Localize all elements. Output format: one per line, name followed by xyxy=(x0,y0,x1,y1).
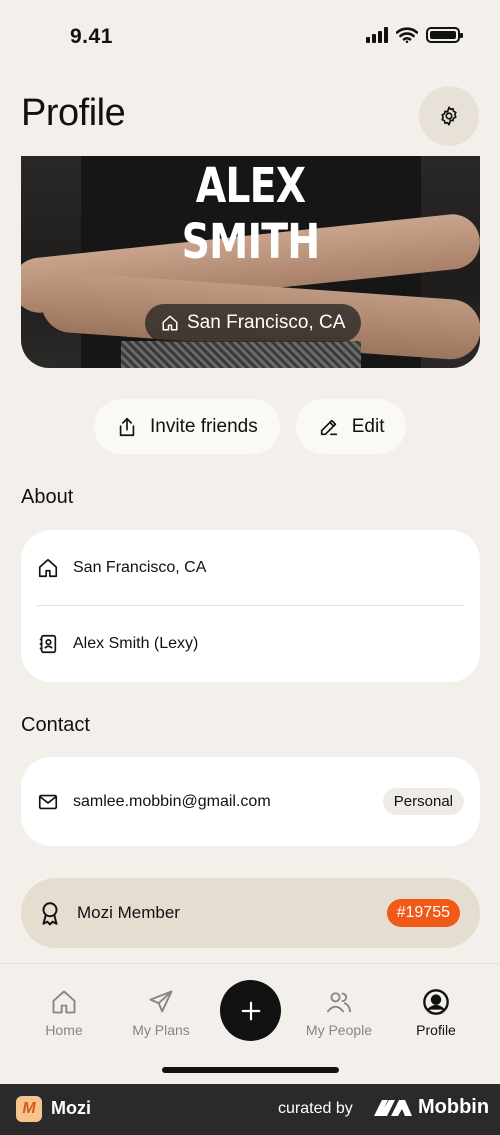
edit-label: Edit xyxy=(351,415,385,437)
cellular-signal-icon xyxy=(366,27,388,43)
about-location-text: San Francisco, CA xyxy=(73,558,207,576)
mail-icon xyxy=(38,794,58,809)
membership-card[interactable]: Mozi Member #19755 xyxy=(21,878,480,948)
about-name-text: Alex Smith (Lexy) xyxy=(73,634,199,652)
home-icon xyxy=(38,558,58,577)
profile-icon xyxy=(423,989,449,1015)
battery-icon xyxy=(426,27,463,43)
contact-card: samlee.mobbin@gmail.com Personal xyxy=(21,757,480,846)
mozi-logo-icon: M xyxy=(16,1096,42,1122)
edit-button[interactable]: Edit xyxy=(295,399,407,454)
membership-label: Mozi Member xyxy=(77,903,180,922)
tab-my-people[interactable]: My People xyxy=(294,986,384,1038)
tab-my-plans[interactable]: My Plans xyxy=(116,986,206,1038)
share-icon xyxy=(119,417,135,436)
invite-friends-label: Invite friends xyxy=(150,415,258,437)
mobbin-logo-icon xyxy=(374,1099,412,1116)
gear-icon xyxy=(441,106,457,126)
award-ribbon-icon xyxy=(42,902,58,926)
contact-section-title: Contact xyxy=(21,714,90,736)
mobbin-brand: Mobbin xyxy=(374,1096,489,1119)
status-bar: 9.41 xyxy=(0,0,500,72)
profile-name: ALEX SMITH xyxy=(62,158,438,270)
plane-icon xyxy=(149,990,173,1013)
attribution-bar: M Mozi curated by Mobbin xyxy=(0,1084,500,1135)
home-indicator xyxy=(162,1067,339,1073)
profile-last-name: SMITH xyxy=(181,214,321,270)
location-badge: San Francisco, CA xyxy=(145,304,362,342)
status-time: 9.41 xyxy=(70,25,113,48)
about-section-title: About xyxy=(21,486,74,508)
email-type-badge: Personal xyxy=(382,788,464,815)
tab-home-label: Home xyxy=(45,1022,83,1038)
tab-home[interactable]: Home xyxy=(19,986,109,1038)
tab-profile[interactable]: Profile xyxy=(391,986,481,1038)
member-number-badge: #19755 xyxy=(386,899,460,927)
profile-actions: Invite friends Edit xyxy=(94,399,407,454)
about-location-row: San Francisco, CA xyxy=(21,530,480,605)
status-icons xyxy=(366,27,463,43)
page-title: Profile xyxy=(21,92,126,134)
settings-button[interactable] xyxy=(419,86,479,146)
tab-profile-label: Profile xyxy=(416,1022,456,1038)
about-name-row: Alex Smith (Lexy) xyxy=(21,606,480,681)
contact-email-row[interactable]: samlee.mobbin@gmail.com Personal xyxy=(21,757,480,846)
add-button[interactable] xyxy=(220,980,281,1041)
footer-curated-by: curated by xyxy=(278,1100,353,1117)
tab-my-people-label: My People xyxy=(305,1022,373,1038)
location-text: San Francisco, CA xyxy=(187,312,346,333)
pencil-icon xyxy=(320,419,337,435)
home-icon xyxy=(162,315,178,331)
wifi-icon xyxy=(396,27,418,43)
about-card: San Francisco, CA Alex Smith (Lexy) xyxy=(21,530,480,682)
profile-first-name: ALEX xyxy=(195,158,306,214)
contact-book-icon xyxy=(39,634,57,653)
hero-photo-skirt xyxy=(121,341,361,368)
footer-app-name: Mozi xyxy=(51,1098,91,1118)
plus-icon xyxy=(241,1001,260,1020)
people-icon xyxy=(326,992,352,1013)
home-icon xyxy=(52,990,76,1014)
tab-my-plans-label: My Plans xyxy=(132,1022,190,1038)
invite-friends-button[interactable]: Invite friends xyxy=(94,399,280,454)
bottom-tab-bar: Home My Plans My People Profile xyxy=(0,963,500,1083)
mobbin-brand-text: Mobbin xyxy=(418,1096,490,1118)
contact-email-text: samlee.mobbin@gmail.com xyxy=(73,792,271,810)
profile-hero-card: ALEX SMITH San Francisco, CA xyxy=(21,156,480,368)
